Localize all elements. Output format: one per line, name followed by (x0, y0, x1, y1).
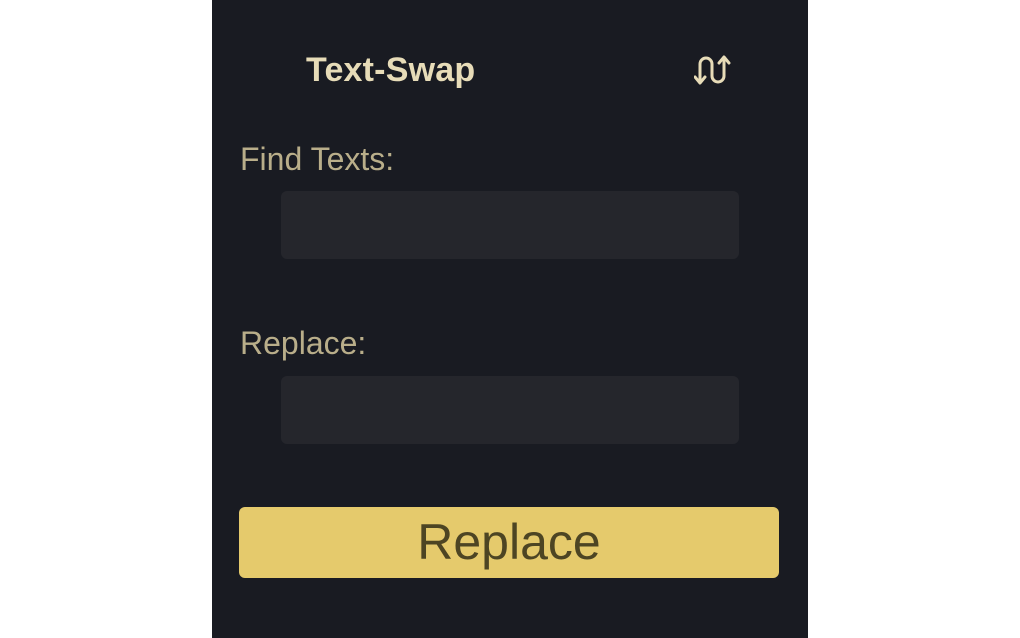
find-texts-label: Find Texts: (240, 141, 395, 177)
replace-button[interactable]: Replace (239, 507, 779, 578)
find-texts-input[interactable] (281, 191, 739, 259)
panel-title: Text-Swap (306, 51, 476, 89)
replace-label: Replace: (240, 325, 367, 361)
swap-arrows-icon[interactable] (693, 52, 734, 88)
replace-input[interactable] (281, 376, 739, 444)
